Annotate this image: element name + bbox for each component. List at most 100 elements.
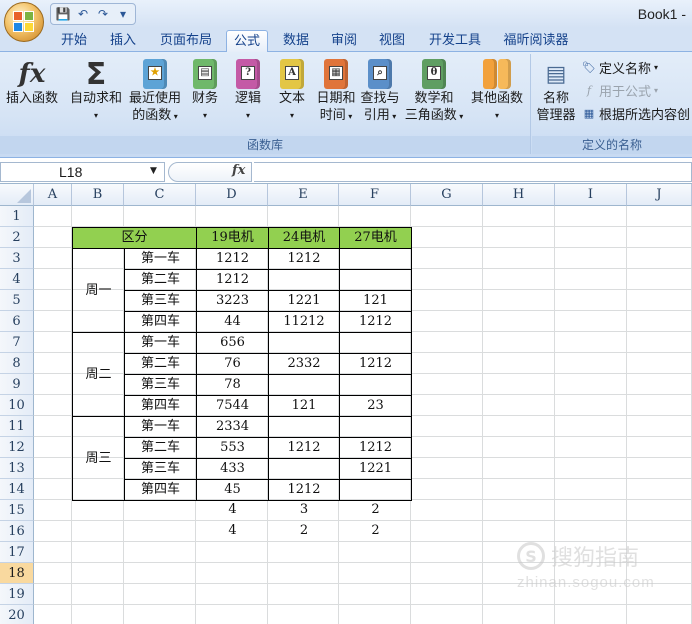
- tab-2[interactable]: 插入: [104, 30, 142, 52]
- table-row-cell[interactable]: 121: [339, 290, 412, 312]
- redo-icon[interactable]: ↷: [95, 6, 111, 22]
- row-header[interactable]: 9: [0, 374, 34, 395]
- table-car-cell[interactable]: 第一车: [124, 332, 197, 354]
- table-row-cell[interactable]: 45: [196, 479, 269, 501]
- undo-icon[interactable]: ↶: [75, 6, 91, 22]
- column-header[interactable]: F: [339, 184, 411, 206]
- name-manager-button[interactable]: ▤ 名称 管理器: [532, 58, 580, 134]
- row-header[interactable]: 10: [0, 395, 34, 416]
- table-header-category[interactable]: 区分: [72, 227, 197, 249]
- table-row-cell[interactable]: 1221: [268, 290, 340, 312]
- row-header[interactable]: 1: [0, 206, 34, 227]
- table-row-cell[interactable]: 1212: [339, 353, 412, 375]
- lookup-button[interactable]: ⌕ 查找与 引用 ▾: [358, 58, 402, 134]
- table-row-cell[interactable]: 433: [196, 458, 269, 480]
- tab-9[interactable]: 福昕阅读器: [496, 30, 576, 52]
- row-header[interactable]: 17: [0, 542, 34, 563]
- table-row-cell[interactable]: [339, 416, 412, 438]
- math-button[interactable]: θ 数学和 三角函数 ▾: [402, 58, 466, 134]
- row-header[interactable]: 20: [0, 605, 34, 624]
- column-header[interactable]: G: [411, 184, 483, 206]
- tab-7[interactable]: 视图: [370, 30, 414, 52]
- table-header-col[interactable]: 24电机: [268, 227, 340, 249]
- table-row-cell[interactable]: [268, 458, 340, 480]
- table-row-cell[interactable]: 23: [339, 395, 412, 417]
- row-header[interactable]: 12: [0, 437, 34, 458]
- table-row-cell[interactable]: 44: [196, 311, 269, 333]
- recent-functions-button[interactable]: ★ 最近使用 的函数 ▾: [126, 58, 184, 134]
- column-header[interactable]: E: [268, 184, 339, 206]
- count-cell[interactable]: 4: [196, 500, 269, 522]
- tab-1[interactable]: 开始: [50, 30, 98, 52]
- table-row-cell[interactable]: 2332: [268, 353, 340, 375]
- define-name-button[interactable]: 🏷 定义名称 ▾: [582, 58, 658, 77]
- column-header[interactable]: A: [34, 184, 72, 206]
- tab-6[interactable]: 审阅: [322, 30, 366, 52]
- column-header[interactable]: H: [483, 184, 555, 206]
- table-car-cell[interactable]: 第一车: [124, 416, 197, 438]
- table-row-cell[interactable]: 2334: [196, 416, 269, 438]
- table-car-cell[interactable]: 第二车: [124, 269, 197, 291]
- table-row-cell[interactable]: 656: [196, 332, 269, 354]
- count-cell[interactable]: 2: [339, 521, 412, 543]
- column-header[interactable]: D: [196, 184, 268, 206]
- table-group-cell[interactable]: 周三: [72, 416, 125, 501]
- select-all-corner[interactable]: [0, 184, 34, 206]
- table-row-cell[interactable]: [339, 479, 412, 501]
- table-row-cell[interactable]: [268, 269, 340, 291]
- row-header[interactable]: 4: [0, 269, 34, 290]
- table-row-cell[interactable]: [268, 416, 340, 438]
- table-row-cell[interactable]: 1212: [339, 311, 412, 333]
- table-row-cell[interactable]: 11212: [268, 311, 340, 333]
- datetime-button[interactable]: ▦ 日期和 时间 ▾: [314, 58, 358, 134]
- tab-3[interactable]: 页面布局: [150, 30, 222, 52]
- table-row-cell[interactable]: 1212: [196, 269, 269, 291]
- table-header-col[interactable]: 27电机: [339, 227, 412, 249]
- row-header[interactable]: 16: [0, 521, 34, 542]
- table-car-cell[interactable]: 第二车: [124, 353, 197, 375]
- row-header[interactable]: 11: [0, 416, 34, 437]
- count-cell[interactable]: 4: [196, 521, 269, 543]
- table-row-cell[interactable]: 76: [196, 353, 269, 375]
- insert-function-fx-icon[interactable]: fx: [232, 163, 245, 178]
- table-row-cell[interactable]: 553: [196, 437, 269, 459]
- table-header-col[interactable]: 19电机: [196, 227, 269, 249]
- other-functions-button[interactable]: 其他函数 ▾: [468, 58, 526, 134]
- count-cell[interactable]: 2: [268, 521, 340, 543]
- table-car-cell[interactable]: 第四车: [124, 395, 197, 417]
- column-header[interactable]: I: [555, 184, 627, 206]
- tab-5[interactable]: 数据: [276, 30, 316, 52]
- column-header[interactable]: J: [627, 184, 692, 206]
- create-from-selection-button[interactable]: ▦ 根据所选内容创: [582, 104, 690, 123]
- row-header[interactable]: 13: [0, 458, 34, 479]
- save-icon[interactable]: 💾: [55, 6, 71, 22]
- table-row-cell[interactable]: 1212: [339, 437, 412, 459]
- office-button[interactable]: [4, 2, 44, 42]
- row-header[interactable]: 15: [0, 500, 34, 521]
- row-header[interactable]: 5: [0, 290, 34, 311]
- row-header[interactable]: 8: [0, 353, 34, 374]
- table-row-cell[interactable]: 1212: [268, 248, 340, 270]
- table-row-cell[interactable]: [339, 332, 412, 354]
- tab-8[interactable]: 开发工具: [418, 30, 492, 52]
- text-button[interactable]: A 文本 ▾: [272, 58, 312, 134]
- use-in-formula-button[interactable]: f 用于公式 ▾: [582, 81, 658, 100]
- column-header[interactable]: B: [72, 184, 124, 206]
- logical-button[interactable]: ? 逻辑 ▾: [228, 58, 268, 134]
- table-row-cell[interactable]: 121: [268, 395, 340, 417]
- formula-input[interactable]: [254, 162, 692, 182]
- name-box[interactable]: L18: [0, 162, 165, 182]
- table-row-cell[interactable]: 1221: [339, 458, 412, 480]
- row-header[interactable]: 2: [0, 227, 34, 248]
- row-header[interactable]: 3: [0, 248, 34, 269]
- row-header[interactable]: 6: [0, 311, 34, 332]
- row-header[interactable]: 19: [0, 584, 34, 605]
- count-cell[interactable]: 3: [268, 500, 340, 522]
- table-car-cell[interactable]: 第四车: [124, 311, 197, 333]
- row-header[interactable]: 14: [0, 479, 34, 500]
- table-row-cell[interactable]: 3223: [196, 290, 269, 312]
- table-row-cell[interactable]: [339, 269, 412, 291]
- table-car-cell[interactable]: 第三车: [124, 458, 197, 480]
- tab-4[interactable]: 公式: [226, 30, 268, 52]
- insert-function-button[interactable]: fx 插入函数: [2, 58, 62, 134]
